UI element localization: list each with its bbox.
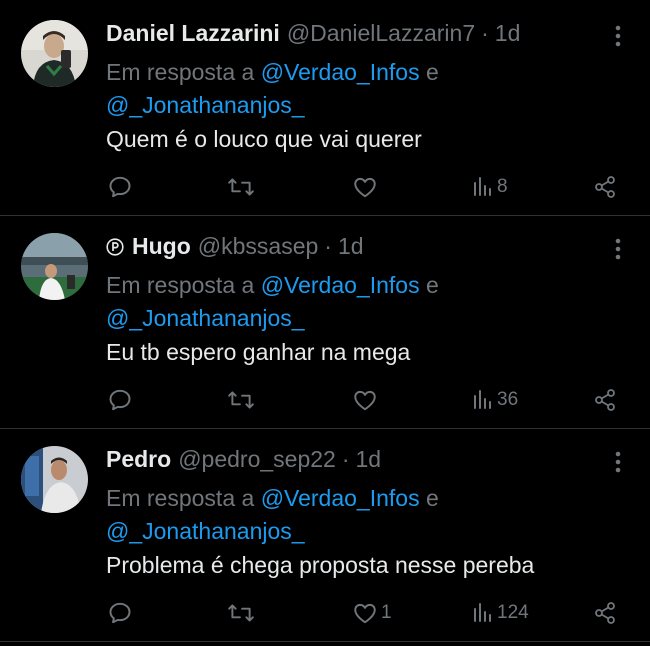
view-count: 124: [497, 602, 529, 623]
mention-link[interactable]: @_Jonathananjos_: [106, 92, 305, 118]
share-button[interactable]: [593, 598, 617, 628]
action-bar: 8: [0, 172, 650, 202]
more-options-icon[interactable]: [612, 24, 624, 48]
avatar-image: [21, 446, 88, 513]
view-count: 8: [497, 176, 508, 197]
separator-dot: ·: [324, 233, 332, 259]
reply-context: Em resposta a @Verdao_Infos e @_Jonathan…: [106, 56, 606, 122]
more-options-icon[interactable]: [612, 450, 624, 474]
reply-button[interactable]: [107, 598, 136, 628]
avatar-image: [21, 233, 88, 300]
reply-prefix: Em resposta a: [106, 485, 261, 511]
views-button[interactable]: 8: [472, 172, 508, 202]
share-button[interactable]: [593, 385, 617, 415]
mention-link[interactable]: @Verdao_Infos: [261, 272, 420, 298]
like-button[interactable]: 1: [352, 598, 392, 628]
user-handle[interactable]: @pedro_sep22: [178, 444, 336, 474]
views-icon: [474, 177, 491, 196]
reply-button[interactable]: [107, 172, 136, 202]
like-icon: [354, 390, 376, 411]
reply-conjunction: e: [419, 272, 439, 298]
tweet-text: Problema é chega proposta nesse pereba: [106, 552, 535, 578]
reply-prefix: Em resposta a: [106, 272, 261, 298]
share-icon: [595, 602, 615, 624]
avatar[interactable]: [21, 446, 88, 513]
reply-icon: [109, 389, 131, 411]
more-options-icon[interactable]: [612, 237, 624, 261]
share-icon: [595, 176, 615, 198]
retweet-icon: [228, 604, 254, 622]
mention-link[interactable]: @Verdao_Infos: [261, 485, 420, 511]
avatar[interactable]: [21, 233, 88, 300]
tweet-text: Quem é o louco que vai querer: [106, 126, 422, 152]
p-circle-icon: [106, 237, 124, 256]
reply-button[interactable]: [107, 385, 136, 415]
like-button[interactable]: [352, 385, 381, 415]
views-button[interactable]: 36: [472, 385, 518, 415]
tweet-text: Eu tb espero ganhar na mega: [106, 339, 411, 365]
reply-icon: [109, 602, 131, 624]
retweet-button[interactable]: [227, 385, 258, 415]
reply-feed: Daniel Lazzarini @DanielLazzarin7 · 1d E…: [0, 0, 650, 646]
mention-link[interactable]: @_Jonathananjos_: [106, 305, 305, 331]
timestamp[interactable]: 1d: [495, 18, 521, 48]
tweet-divider: [0, 641, 650, 642]
user-handle[interactable]: @kbssasep: [198, 231, 319, 261]
views-icon: [474, 603, 491, 622]
reply-context: Em resposta a @Verdao_Infos e @_Jonathan…: [106, 269, 606, 335]
timestamp[interactable]: 1d: [338, 231, 364, 261]
like-count: 1: [381, 602, 392, 623]
avatar[interactable]: [21, 20, 88, 87]
tweet-header: Pedro @pedro_sep22 · 1d: [106, 444, 590, 474]
retweet-button[interactable]: [227, 172, 258, 202]
reply-prefix: Em resposta a: [106, 59, 261, 85]
mention-link[interactable]: @_Jonathananjos_: [106, 518, 305, 544]
views-button[interactable]: 124: [472, 598, 529, 628]
separator-dot: ·: [481, 20, 489, 46]
separator-dot: ·: [341, 446, 350, 472]
share-button[interactable]: [593, 172, 617, 202]
reply-conjunction: e: [419, 485, 439, 511]
display-name[interactable]: Daniel Lazzarini: [106, 18, 280, 48]
like-icon: [354, 603, 376, 624]
reply-context: Em resposta a @Verdao_Infos e @_Jonathan…: [106, 482, 606, 548]
user-handle[interactable]: @DanielLazzarin7: [287, 18, 475, 48]
mention-link[interactable]: @Verdao_Infos: [261, 59, 420, 85]
action-bar: 1 124: [0, 598, 650, 628]
action-bar: 36: [0, 385, 650, 415]
tweet-card[interactable]: Hugo @kbssasep · 1d Em resposta a @Verda…: [0, 215, 650, 427]
tweet-header: Daniel Lazzarini @DanielLazzarin7 · 1d: [106, 18, 590, 48]
like-icon: [354, 177, 376, 198]
retweet-button[interactable]: [227, 598, 258, 628]
tweet-card[interactable]: Pedro @pedro_sep22 · 1d Em resposta a @V…: [0, 428, 650, 640]
timestamp[interactable]: 1d: [356, 444, 382, 474]
avatar-image: [21, 20, 88, 87]
display-name[interactable]: Hugo: [132, 231, 191, 261]
views-icon: [474, 390, 491, 409]
reply-icon: [109, 176, 131, 198]
like-button[interactable]: [352, 172, 381, 202]
retweet-icon: [228, 391, 254, 409]
tweet-card[interactable]: Daniel Lazzarini @DanielLazzarin7 · 1d E…: [0, 2, 650, 214]
retweet-icon: [228, 178, 254, 196]
reply-conjunction: e: [419, 59, 439, 85]
tweet-header: Hugo @kbssasep · 1d: [106, 231, 590, 261]
share-icon: [595, 389, 615, 411]
view-count: 36: [497, 389, 519, 410]
display-name[interactable]: Pedro: [106, 444, 171, 474]
